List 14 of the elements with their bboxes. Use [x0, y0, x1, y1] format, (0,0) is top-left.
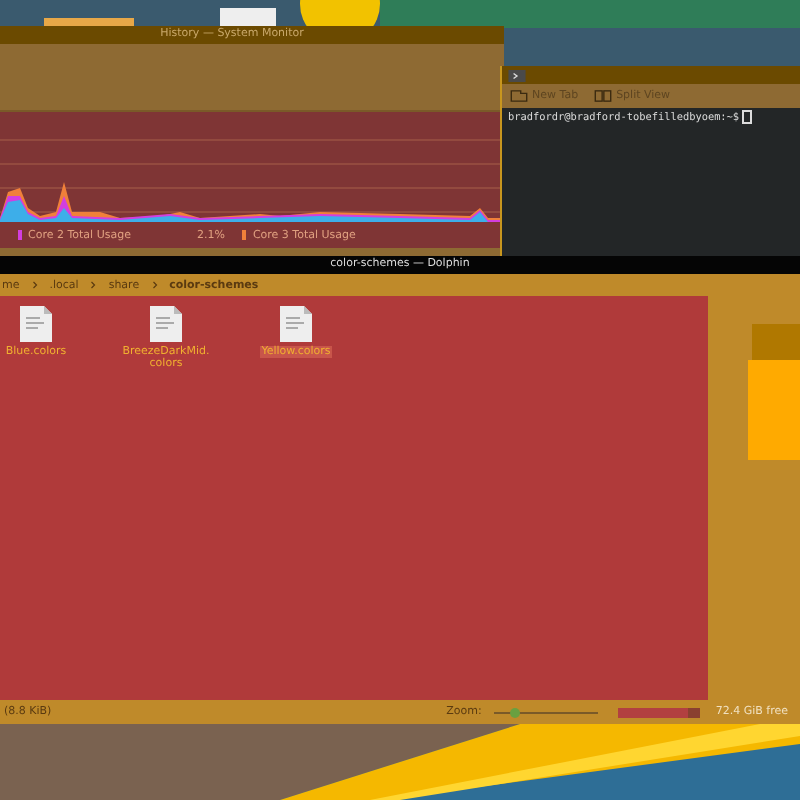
chevron-icon [151, 280, 158, 290]
color-swatch [752, 324, 800, 360]
chevron-icon [90, 280, 97, 290]
chevron-icon [31, 280, 38, 290]
disk-space-bar [617, 707, 700, 717]
document-icon [278, 306, 314, 342]
document-icon [148, 306, 184, 342]
text-cursor [741, 110, 752, 124]
new-tab-icon [510, 90, 528, 102]
color-preview [748, 360, 800, 460]
slider-thumb[interactable] [510, 707, 521, 717]
terminal-icon [508, 69, 526, 81]
document-icon [18, 306, 54, 342]
split-view-icon [594, 90, 613, 102]
